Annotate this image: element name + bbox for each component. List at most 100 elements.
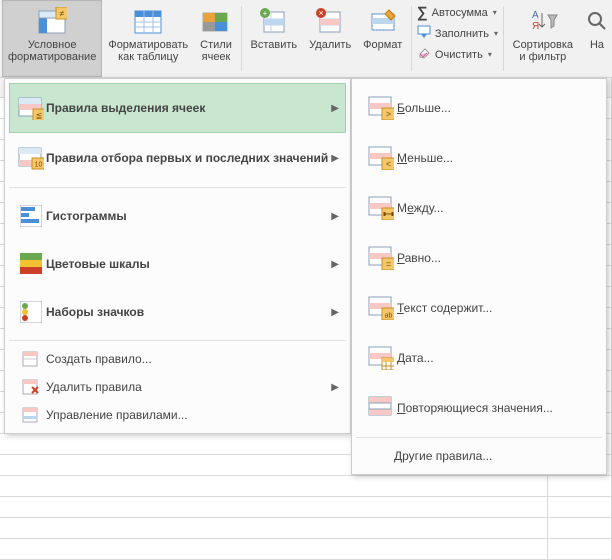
greater-than-icon: > xyxy=(365,96,397,120)
clear-button[interactable]: Очистить ▾ xyxy=(417,46,498,63)
insert-cells-icon: + xyxy=(260,5,288,39)
format-as-table-button[interactable]: Форматировать как таблицу xyxy=(102,0,194,77)
format-as-table-icon xyxy=(133,5,163,39)
submenu-greater-than[interactable]: > Больше... xyxy=(356,83,602,133)
fill-label: Заполнить xyxy=(435,28,489,40)
editing-group: ∑ Автосумма ▾ Заполнить ▾ Очистить ▾ xyxy=(415,0,500,77)
cell-styles-button[interactable]: Стили ячеек xyxy=(194,0,238,77)
submenu-equal-to[interactable]: = Равно... xyxy=(356,233,602,283)
data-bars-icon xyxy=(16,205,46,227)
submenu-duplicate-values[interactable]: Повторяющиеся значения... xyxy=(356,383,602,433)
menu-item-label: Цветовые шкалы xyxy=(46,257,331,271)
ribbon-separator xyxy=(503,6,504,71)
manage-rules-icon xyxy=(16,407,46,423)
submenu-label: Равно... xyxy=(397,251,441,265)
submenu-label: Меньше... xyxy=(397,151,453,165)
find-icon xyxy=(585,5,609,39)
text-contains-icon: ab xyxy=(365,296,397,320)
conditional-formatting-label: Условное форматирование xyxy=(8,39,96,63)
chevron-down-icon: ▾ xyxy=(488,50,492,59)
submenu-label: Другие правила... xyxy=(394,449,492,463)
sigma-icon: ∑ xyxy=(417,4,428,21)
delete-label: Удалить xyxy=(309,39,351,51)
top-bottom-icon: 10 xyxy=(16,146,46,170)
submenu-label: Больше... xyxy=(397,101,451,115)
svg-text:=: = xyxy=(386,259,391,269)
submenu-between[interactable]: Между... xyxy=(356,183,602,233)
submenu-arrow-icon: ▶ xyxy=(331,307,339,318)
sort-filter-button[interactable]: АЯ Сортировка и фильтр xyxy=(507,0,579,77)
svg-text:>: > xyxy=(386,109,391,119)
submenu-less-than[interactable]: < Меньше... xyxy=(356,133,602,183)
svg-text:≦: ≦ xyxy=(36,111,43,120)
menu-item-data-bars[interactable]: Гистограммы ▶ xyxy=(9,192,346,240)
menu-item-new-rule[interactable]: Создать правило... xyxy=(9,345,346,373)
menu-item-manage-rules[interactable]: Управление правилами... xyxy=(9,401,346,429)
ribbon-separator xyxy=(411,6,412,71)
highlight-rules-icon: ≦ xyxy=(16,96,46,120)
find-label: На xyxy=(590,39,604,51)
submenu-text-contains[interactable]: ab Текст содержит... xyxy=(356,283,602,333)
cell-styles-icon xyxy=(201,5,231,39)
ribbon-toolbar: ≠ Условное форматирование Форматировать … xyxy=(0,0,612,78)
insert-button[interactable]: + Вставить xyxy=(245,0,304,77)
svg-text:Я: Я xyxy=(532,21,539,32)
fill-down-icon xyxy=(417,25,431,42)
menu-separator xyxy=(9,187,346,188)
date-icon xyxy=(365,346,397,370)
format-button[interactable]: Формат xyxy=(357,0,408,77)
menu-item-label: Правила выделения ячеек xyxy=(46,101,331,115)
ribbon-separator xyxy=(241,6,242,71)
autosum-label: Автосумма xyxy=(432,7,488,19)
svg-text:×: × xyxy=(319,8,324,18)
menu-item-label: Управление правилами... xyxy=(46,408,339,422)
duplicate-values-icon xyxy=(365,396,397,420)
menu-item-label: Наборы значков xyxy=(46,305,331,319)
find-select-button[interactable]: На xyxy=(579,0,610,77)
svg-text:≠: ≠ xyxy=(60,9,65,19)
insert-label: Вставить xyxy=(251,39,298,51)
submenu-label: Текст содержит... xyxy=(397,301,492,315)
submenu-label: Дата... xyxy=(397,351,434,365)
chevron-down-icon: ▾ xyxy=(494,29,498,38)
chevron-down-icon: ▾ xyxy=(493,8,497,17)
menu-item-label: Удалить правила xyxy=(46,380,331,394)
menu-item-icon-sets[interactable]: Наборы значков ▶ xyxy=(9,288,346,336)
submenu-label: Между... xyxy=(397,201,444,215)
menu-item-color-scales[interactable]: Цветовые шкалы ▶ xyxy=(9,240,346,288)
icon-sets-icon xyxy=(16,301,46,323)
submenu-arrow-icon: ▶ xyxy=(331,259,339,270)
conditional-formatting-menu: ≦ Правила выделения ячеек ▶ 10 Правила о… xyxy=(4,78,351,434)
menu-item-label: Правила отбора первых и последних значен… xyxy=(46,151,331,165)
submenu-date-occurring[interactable]: Дата... xyxy=(356,333,602,383)
menu-item-top-bottom[interactable]: 10 Правила отбора первых и последних зна… xyxy=(9,133,346,183)
highlight-rules-submenu: > Больше... < Меньше... Между... = Равно… xyxy=(351,78,607,475)
autosum-button[interactable]: ∑ Автосумма ▾ xyxy=(417,4,498,21)
format-label: Формат xyxy=(363,39,402,51)
delete-button[interactable]: × Удалить xyxy=(303,0,357,77)
submenu-arrow-icon: ▶ xyxy=(331,103,339,114)
svg-text:<: < xyxy=(386,159,391,169)
fill-button[interactable]: Заполнить ▾ xyxy=(417,25,498,42)
submenu-more-rules[interactable]: Другие правила... xyxy=(354,442,604,470)
eraser-icon xyxy=(417,46,431,63)
menu-item-highlight-rules[interactable]: ≦ Правила выделения ячеек ▶ xyxy=(9,83,346,133)
menu-item-label: Создать правило... xyxy=(46,352,339,366)
submenu-label: Повторяющиеся значения... xyxy=(397,401,553,415)
new-rule-icon xyxy=(16,351,46,367)
between-icon xyxy=(365,196,397,220)
less-than-icon: < xyxy=(365,146,397,170)
svg-text:А: А xyxy=(532,10,539,21)
menu-item-clear-rules[interactable]: Удалить правила ▶ xyxy=(9,373,346,401)
submenu-arrow-icon: ▶ xyxy=(331,153,339,164)
color-scales-icon xyxy=(16,253,46,275)
sort-filter-label: Сортировка и фильтр xyxy=(513,39,573,63)
menu-item-label: Гистограммы xyxy=(46,209,331,223)
format-cells-icon xyxy=(369,5,397,39)
delete-cells-icon: × xyxy=(316,5,344,39)
cell-styles-label: Стили ячеек xyxy=(200,39,232,63)
submenu-arrow-icon: ▶ xyxy=(331,382,339,393)
submenu-arrow-icon: ▶ xyxy=(331,211,339,222)
conditional-formatting-button[interactable]: ≠ Условное форматирование xyxy=(2,0,102,77)
sort-filter-icon: АЯ xyxy=(528,5,558,39)
